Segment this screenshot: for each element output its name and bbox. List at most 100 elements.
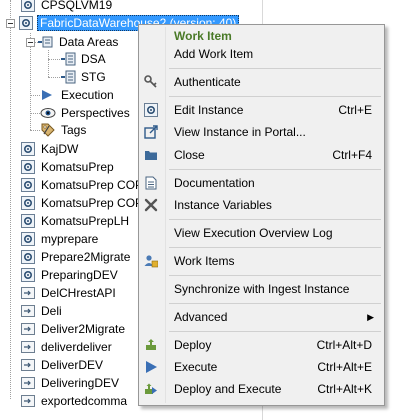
- menu-item-label: View Instance in Portal...: [174, 125, 306, 139]
- gear-icon: [20, 177, 36, 193]
- data-areas-icon: [38, 34, 54, 50]
- tree-item-label: Prepare2Migrate: [41, 250, 131, 264]
- deploy-icon: [143, 337, 159, 353]
- tree-item-label: DSA: [81, 52, 106, 66]
- gear-icon: [20, 267, 36, 283]
- variable-x-icon: [143, 197, 159, 213]
- menu-item-label: Deploy: [174, 338, 212, 352]
- tree-item-label: Tags: [61, 123, 87, 137]
- menu-item-label: Advanced: [174, 310, 228, 324]
- menu-item-edit-instance[interactable]: Edit Instance Ctrl+E: [139, 99, 384, 121]
- external-link-icon: [143, 124, 159, 140]
- tree-item-data-areas[interactable]: Data Areas: [26, 33, 120, 51]
- deploy-execute-icon: [143, 381, 159, 397]
- gear-icon: [20, 231, 36, 247]
- deliver-icon: [20, 375, 36, 391]
- menu-item-view-instance-in-portal[interactable]: View Instance in Portal...: [139, 121, 384, 143]
- tree-item-label: Deliver2Migrate: [41, 322, 126, 336]
- tree-item-komatsuprep-copy[interactable]: KomatsuPrep COPY: [20, 176, 153, 194]
- menu-item-view-execution-overview-log[interactable]: View Execution Overview Log: [139, 222, 384, 244]
- menu-item-label: Documentation: [174, 176, 255, 190]
- menu-item-label: Close: [174, 148, 205, 162]
- collapse-toggle[interactable]: [26, 37, 35, 47]
- key-icon: [143, 74, 159, 90]
- menu-item-close[interactable]: Close Ctrl+F4: [139, 144, 384, 166]
- submenu-arrow-icon: ▶: [367, 312, 374, 322]
- menu-separator: [169, 331, 381, 332]
- tree-item-prepare2migrate[interactable]: Prepare2Migrate: [20, 248, 132, 266]
- collapse-toggle[interactable]: [6, 18, 15, 28]
- deliver-icon: [20, 285, 36, 301]
- tree-item-exportedcomma[interactable]: exportedcomma: [20, 392, 129, 410]
- tree-item-perspectives[interactable]: Perspectives: [40, 104, 132, 122]
- tree-item-label: Deli: [41, 304, 62, 318]
- tree-item-komatsupreplh[interactable]: KomatsuPrepLH: [20, 212, 131, 230]
- tags-icon: [40, 122, 56, 138]
- context-menu: Work Item Add Work Item Authenticate Edi…: [138, 24, 385, 406]
- menu-separator: [169, 247, 381, 248]
- tree-item-deliver2migrate[interactable]: Deliver2Migrate: [20, 320, 127, 338]
- data-area-icon: [60, 69, 76, 85]
- menu-item-label: Work Items: [174, 254, 235, 268]
- tree-item-cpsqlvm19[interactable]: CPSQLVM19: [20, 0, 114, 14]
- menu-separator: [169, 96, 381, 97]
- tree-item-label: Execution: [61, 88, 114, 102]
- gear-icon: [20, 141, 36, 157]
- tree-item-dsa[interactable]: DSA: [60, 50, 108, 68]
- tree-item-label: KomatsuPrep: [41, 160, 114, 174]
- tree-item-deli[interactable]: Deli: [20, 302, 64, 320]
- menu-item-work-items[interactable]: Work Items: [139, 250, 384, 272]
- tree-item-myprepare[interactable]: myprepare: [20, 230, 100, 248]
- gear-icon: [18, 15, 34, 31]
- work-items-icon: [143, 253, 159, 269]
- tree-item-label: Perspectives: [61, 106, 130, 120]
- menu-item-documentation[interactable]: Documentation: [139, 172, 384, 194]
- tree-item-label: CPSQLVM19: [41, 0, 113, 12]
- tree-item-label: KajDW: [41, 142, 79, 156]
- menu-item-label: Instance Variables: [174, 198, 272, 212]
- gear-icon: [20, 213, 36, 229]
- menu-item-synchronize[interactable]: Synchronize with Ingest Instance: [139, 278, 384, 300]
- menu-item-shortcut: Ctrl+Alt+E: [317, 360, 372, 374]
- gear-icon: [20, 195, 36, 211]
- tree-item-kajdw[interactable]: KajDW: [20, 140, 80, 158]
- menu-separator: [169, 219, 381, 220]
- deliver-icon: [20, 339, 36, 355]
- menu-item-label: Authenticate: [174, 75, 241, 89]
- menu-item-shortcut: Ctrl+E: [338, 103, 372, 117]
- tree-item-komatsuprep[interactable]: KomatsuPrep: [20, 158, 116, 176]
- data-area-icon: [60, 51, 76, 67]
- menu-item-authenticate[interactable]: Authenticate: [139, 71, 384, 93]
- menu-separator: [169, 169, 381, 170]
- menu-item-add-work-item[interactable]: Add Work Item: [139, 43, 384, 65]
- tree-item-deliverdev[interactable]: DeliverDEV: [20, 356, 105, 374]
- menu-item-deploy-and-execute[interactable]: Deploy and Execute Ctrl+Alt+K: [139, 378, 384, 400]
- tree-item-execution[interactable]: Execution: [40, 86, 116, 104]
- menu-item-shortcut: Ctrl+F4: [332, 148, 372, 162]
- menu-separator: [169, 303, 381, 304]
- gear-icon: [20, 0, 36, 13]
- tree-item-label: KomatsuPrepLH: [41, 214, 130, 228]
- tree-item-label: DelCHrestAPI: [41, 286, 116, 300]
- menu-item-instance-variables[interactable]: Instance Variables: [139, 194, 384, 216]
- menu-item-shortcut: Ctrl+Alt+K: [317, 382, 372, 396]
- menu-item-deploy[interactable]: Deploy Ctrl+Alt+D: [139, 334, 384, 356]
- tree-item-deliverdeliver[interactable]: deliverdeliver: [20, 338, 114, 356]
- gear-icon: [143, 102, 159, 118]
- deliver-icon: [20, 321, 36, 337]
- tree-item-preparingdev[interactable]: PreparingDEV: [20, 266, 120, 284]
- gear-icon: [20, 159, 36, 175]
- tree-item-deliveringdev[interactable]: DeliveringDEV: [20, 374, 121, 392]
- tree-item-stg[interactable]: STG: [60, 68, 108, 86]
- menu-item-shortcut: Ctrl+Alt+D: [316, 338, 372, 352]
- tree-item-label: exportedcomma: [41, 394, 128, 408]
- menu-item-advanced[interactable]: Advanced ▶: [139, 306, 384, 328]
- menu-separator: [169, 275, 381, 276]
- tree-item-delchrestapi[interactable]: DelCHrestAPI: [20, 284, 118, 302]
- tree-item-tags[interactable]: Tags: [40, 121, 88, 139]
- document-icon: [143, 175, 159, 191]
- menu-item-execute[interactable]: Execute Ctrl+Alt+E: [139, 356, 384, 378]
- tree-item-label: DeliverDEV: [41, 358, 104, 372]
- deliver-icon: [20, 303, 36, 319]
- menu-item-label: View Execution Overview Log: [174, 226, 333, 240]
